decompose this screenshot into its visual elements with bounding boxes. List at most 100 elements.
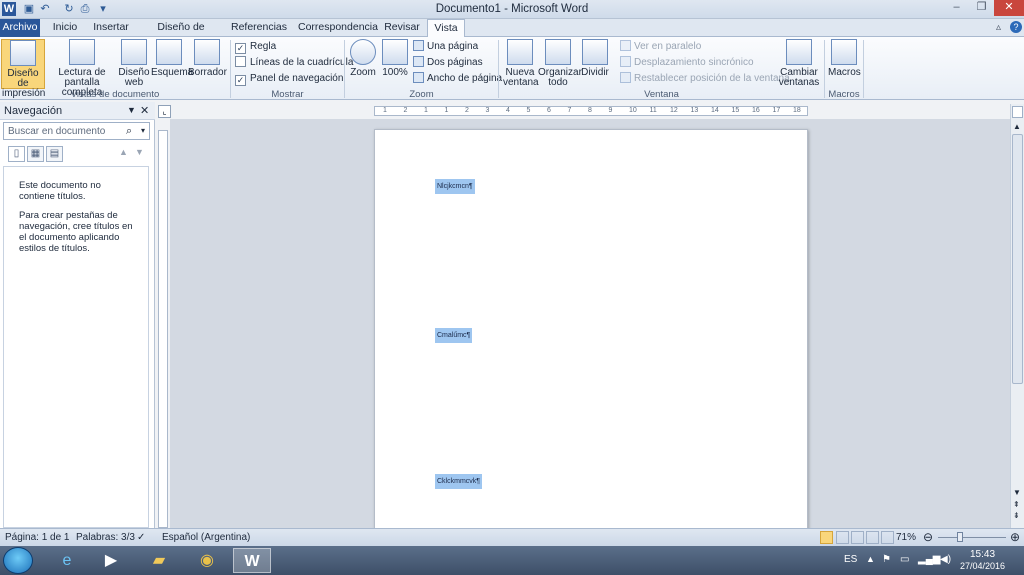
search-icon[interactable]: ⌕ [126,125,132,138]
two-pages-label: Dos páginas [427,57,483,68]
split-button[interactable]: Dividir [580,39,610,78]
zoom-out-icon[interactable]: ⊖ [923,530,933,544]
macros-icon [831,39,857,65]
gridlines-checkbox[interactable]: Líneas de la cuadrícula [235,56,353,70]
view-ruler-icon[interactable] [1012,106,1023,118]
ruler-tick-label: 7 [567,107,572,114]
tab-correspondencia[interactable]: Correspondencia [298,19,378,37]
status-bar: Página: 1 de 1 Palabras: 3/3 ✓ Español (… [0,528,1024,546]
draft-button[interactable]: Borrador [188,39,227,78]
proofing-icon[interactable]: ✓ [137,532,145,543]
start-button[interactable] [3,547,33,574]
scroll-up-icon[interactable]: ▲ [1013,122,1021,131]
outline-view-icon[interactable] [866,531,879,544]
nav-pane-checkbox[interactable]: ✓ Panel de navegación [235,72,343,86]
nav-menu-icon[interactable]: ▼ [127,105,136,115]
scroll-down-icon[interactable]: ▼ [1013,488,1021,497]
one-page-icon [413,40,424,51]
document-page[interactable]: Nlcjkcmcn¶ Cmalűmc¶ Cklckmmcvk¶ [374,129,808,528]
nav-close-icon[interactable]: ✕ [140,104,149,117]
scroll-thumb[interactable] [1012,134,1023,384]
clock-date[interactable]: 27/04/2016 [960,561,1005,571]
nav-tab-results[interactable]: ▤ [46,146,63,162]
paragraph[interactable]: Cmalűmc¶ [435,328,473,343]
ruler-tick-label: 9 [608,107,613,114]
vertical-ruler[interactable] [158,130,168,528]
zoom-button[interactable]: Zoom [349,39,377,78]
nav-search-input[interactable]: Buscar en documento ⌕ ▾ [3,122,150,140]
web-view-icon[interactable] [851,531,864,544]
explorer-icon[interactable]: ▰ [140,548,178,573]
nav-search-placeholder: Buscar en documento [8,126,106,137]
reading-view-icon[interactable] [836,531,849,544]
input-language[interactable]: ES [844,554,857,565]
tab-diseno-pagina[interactable]: Diseño de página [142,19,220,50]
clock-time[interactable]: 15:43 [970,549,995,560]
zoom-slider-thumb[interactable] [957,532,963,542]
vertical-scrollbar[interactable]: ▲ ▼ ⇞ ⇟ [1010,104,1024,528]
restore-icon[interactable]: ❐ [969,0,994,16]
nav-next-icon[interactable]: ▼ [135,147,144,157]
new-window-button[interactable]: Nueva ventana [503,39,539,88]
network-icon[interactable]: ▂▄▆ [918,554,940,565]
volume-icon[interactable]: ◀) [940,554,951,565]
side-by-side-button[interactable]: Ver en paralelo [620,40,701,54]
tab-inicio[interactable]: Inicio [48,19,82,37]
zoom-100-label: 100% [382,67,408,78]
horizontal-ruler[interactable]: 1 2 1 1 2 3 4 5 6 7 8 9 10 11 12 13 14 15 16 17 18 [374,106,808,116]
minimize-icon[interactable]: – [944,0,969,16]
chrome-icon[interactable]: ◉ [188,548,226,573]
nav-tab-pages[interactable]: ▦ [27,146,44,162]
ruler-tick-label: 11 [649,107,657,114]
zoom-slider[interactable] [938,537,1006,538]
nav-tab-headings[interactable]: ▯ [8,146,25,162]
tab-selector[interactable]: ⌞ [158,105,171,118]
paragraph[interactable]: Nlcjkcmcn¶ [435,179,475,194]
arrange-all-button[interactable]: Organizar todo [538,39,582,88]
print-layout-button[interactable]: Diseño de impresión [1,39,45,99]
reset-window-button[interactable]: Restablecer posición de la ventana [620,72,790,86]
ie-icon[interactable]: e [48,548,86,573]
flag-icon[interactable]: ⚑ [882,554,891,565]
media-player-icon[interactable]: ▶ [92,548,130,573]
ruler-tick-label: 17 [772,107,781,114]
word-count[interactable]: Palabras: 3/3 [76,532,135,543]
tab-revisar[interactable]: Revisar [382,19,422,37]
nav-prev-icon[interactable]: ▲ [119,147,128,157]
regla-checkbox[interactable]: ✓ Regla [235,40,276,54]
next-page-icon[interactable]: ⇟ [1013,511,1020,520]
nav-title: Navegación [4,105,63,117]
show-hidden-icons[interactable]: ▲ [866,554,875,564]
macros-button[interactable]: Macros [828,39,861,78]
page-count[interactable]: Página: 1 de 1 [5,532,70,543]
ruler-tick-label: 2 [403,107,408,114]
sync-scroll-button[interactable]: Desplazamiento sincrónico [620,56,754,70]
outline-button[interactable]: Esquema [151,39,193,78]
draft-view-icon[interactable] [881,531,894,544]
paragraph[interactable]: Cklckmmcvk¶ [435,474,483,489]
search-options-icon[interactable]: ▾ [141,126,145,135]
ruler-tick-label: 12 [670,107,678,114]
tab-insertar[interactable]: Insertar [90,19,132,37]
group-vistas-title: Vistas de documento [70,89,160,100]
page-width-button[interactable]: Ancho de página [413,72,502,86]
help-icon[interactable]: ? [1010,21,1022,33]
tab-archivo[interactable]: Archivo [0,19,40,37]
battery-icon[interactable]: ▭ [900,554,909,565]
close-icon[interactable]: ✕ [994,0,1024,16]
zoom-in-icon[interactable]: ⊕ [1010,530,1020,544]
language[interactable]: Español (Argentina) [162,532,250,543]
prev-page-icon[interactable]: ⇞ [1013,500,1020,509]
two-pages-button[interactable]: Dos páginas [413,56,483,70]
side-by-side-icon [620,40,631,51]
switch-windows-button[interactable]: Cambiar ventanas [776,39,822,88]
zoom-level[interactable]: 71% [896,532,916,543]
print-layout-view-icon[interactable] [820,531,833,544]
tab-referencias[interactable]: Referencias [230,19,288,37]
word-taskbar-icon[interactable]: W [233,548,271,573]
tab-vista[interactable]: Vista [427,19,465,38]
zoom-100-button[interactable]: 100% [381,39,409,78]
minimize-ribbon-icon[interactable]: ▵ [996,22,1001,33]
web-layout-button[interactable]: Diseño web [118,39,150,88]
one-page-button[interactable]: Una página [413,40,478,54]
